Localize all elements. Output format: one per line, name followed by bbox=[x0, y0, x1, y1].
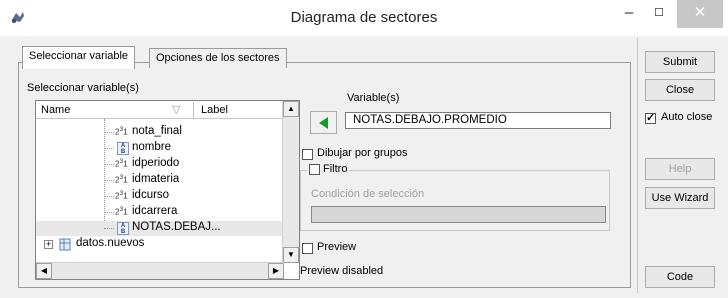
group-label: Dibujar por grupos bbox=[317, 147, 408, 159]
numeric-icon: 231 bbox=[115, 174, 128, 185]
expand-icon[interactable]: + bbox=[44, 240, 53, 249]
scroll-down-icon[interactable]: ▼ bbox=[283, 247, 299, 263]
filter-group: Filtro Condición de selección bbox=[300, 163, 610, 231]
column-name-header[interactable]: Name bbox=[41, 104, 70, 116]
filter-legend: Filtro bbox=[307, 163, 350, 175]
filter-checkbox[interactable] bbox=[309, 163, 320, 175]
tree-item-nombre[interactable]: AB nombre bbox=[36, 141, 284, 156]
condition-input[interactable] bbox=[311, 206, 606, 223]
tree-item-idcurso[interactable]: 231 idcurso bbox=[36, 189, 284, 204]
auto-close-checkbox[interactable] bbox=[645, 111, 656, 124]
minimize-button[interactable]: – bbox=[614, 0, 644, 28]
scroll-up-icon[interactable]: ▲ bbox=[283, 101, 299, 117]
title-bar: Diagrama de sectores – ☐ ✕ bbox=[0, 0, 728, 36]
variable-input[interactable]: NOTAS.DEBAJO.PROMEDIO bbox=[345, 112, 611, 129]
numeric-icon: 231 bbox=[115, 206, 128, 217]
numeric-icon: 231 bbox=[115, 190, 128, 201]
string-icon: AB bbox=[117, 222, 129, 235]
tree-item-idmateria[interactable]: 231 idmateria bbox=[36, 173, 284, 188]
help-button[interactable]: Help bbox=[645, 158, 715, 180]
select-variables-label: Seleccionar variable(s) bbox=[27, 82, 139, 94]
preview-checkbox[interactable] bbox=[302, 243, 313, 254]
tab-seleccionar-variable[interactable]: Seleccionar variable bbox=[22, 46, 136, 69]
button-separator bbox=[637, 38, 638, 293]
tree-item-nota-final[interactable]: 231 nota_final bbox=[36, 125, 284, 140]
variable-tree[interactable]: Name ▽ Label 231 nota_final AB nombre 23… bbox=[35, 100, 300, 280]
code-button[interactable]: Code bbox=[645, 266, 715, 288]
column-divider[interactable] bbox=[193, 102, 194, 118]
numeric-icon: 231 bbox=[115, 126, 128, 137]
tree-header: Name ▽ Label bbox=[36, 101, 286, 119]
tab-opciones-sectores[interactable]: Opciones de los sectores bbox=[149, 48, 287, 68]
sort-icon: ▽ bbox=[172, 104, 181, 116]
use-wizard-button[interactable]: Use Wizard bbox=[645, 187, 715, 209]
tree-item-notas-debajo[interactable]: AB NOTAS.DEBAJ... bbox=[36, 221, 284, 236]
variables-label: Variable(s) bbox=[347, 92, 400, 104]
auto-close-label: Auto close bbox=[661, 111, 713, 123]
scroll-right-icon[interactable]: ▶ bbox=[268, 263, 284, 279]
tree-item-datos-nuevos[interactable]: + datos.nuevos bbox=[36, 237, 284, 252]
close-button[interactable]: Close bbox=[645, 79, 715, 101]
tree-item-idperiodo[interactable]: 231 idperiodo bbox=[36, 157, 284, 172]
column-label-header[interactable]: Label bbox=[201, 104, 228, 116]
tree-item-idcarrera[interactable]: 231 idcarrera bbox=[36, 205, 284, 220]
close-window-button[interactable]: ✕ bbox=[677, 0, 723, 28]
preview-label: Preview bbox=[317, 241, 357, 253]
condition-label: Condición de selección bbox=[311, 188, 425, 200]
dataset-icon bbox=[59, 238, 71, 251]
numeric-icon: 231 bbox=[115, 158, 128, 169]
scroll-left-icon[interactable]: ◀ bbox=[36, 263, 52, 279]
string-icon: AB bbox=[117, 142, 129, 155]
submit-button[interactable]: Submit bbox=[645, 51, 715, 73]
group-checkbox[interactable] bbox=[302, 149, 313, 160]
vertical-scrollbar[interactable]: ▲ ▼ bbox=[282, 101, 299, 263]
preview-status: Preview disabled bbox=[300, 265, 384, 277]
maximize-button[interactable]: ☐ bbox=[644, 0, 674, 28]
horizontal-scrollbar[interactable]: ◀ ▶ bbox=[36, 262, 284, 279]
move-variable-button[interactable] bbox=[310, 111, 337, 134]
arrow-left-icon bbox=[319, 117, 328, 129]
